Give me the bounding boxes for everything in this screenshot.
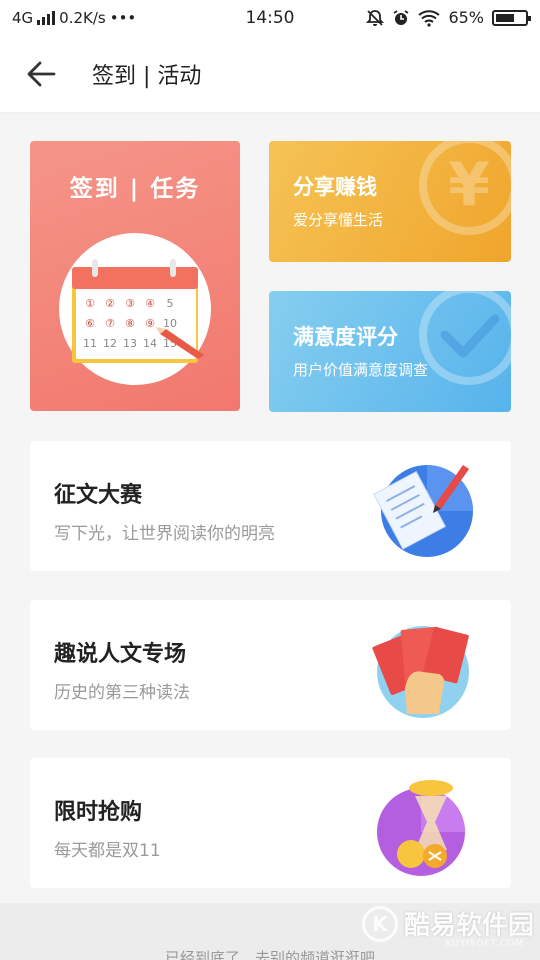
calendar-day: 14 (143, 337, 157, 350)
share-earn-card[interactable]: ¥ 分享赚钱 爱分享懂生活 (269, 141, 511, 262)
svg-text:¥: ¥ (448, 150, 490, 220)
title-bar: 签到 | 活动 (0, 36, 540, 112)
battery-icon (492, 9, 531, 26)
rate-card-title: 满意度评分 (293, 325, 398, 349)
calendar-day: ② (105, 297, 115, 310)
calendar-day: 12 (103, 337, 117, 350)
satisfaction-rating-card[interactable]: 满意度评分 用户价值满意度调查 (269, 291, 511, 412)
calendar-day: ⑥ (85, 317, 95, 330)
status-right: 65% (366, 8, 531, 27)
calendar-day: ⑨ (145, 317, 155, 330)
calendar-day: ⑧ (125, 317, 135, 330)
battery-percent: 65% (448, 8, 484, 27)
list-item-subtitle: 写下光，让世界阅读你的明亮 (54, 524, 275, 544)
calendar-day: 5 (167, 297, 174, 310)
checkin-task-card[interactable]: 签到 | 任务 ① ② ③ ④ 5 ⑥ ⑦ ⑧ ⑨ 10 11 12 13 14 15 (30, 141, 240, 411)
status-bar: 4G 0.2K/s ••• 14:50 65% (0, 0, 540, 36)
calendar-day: 10 (163, 317, 177, 330)
list-item-title: 趣说人文专场 (54, 642, 187, 667)
checkin-card-title: 签到 | 任务 (69, 176, 201, 202)
hourglass-coins-icon (377, 780, 465, 876)
list-item-subtitle: 历史的第三种读法 (54, 683, 190, 703)
calendar-icon: ① ② ③ ④ 5⑥ ⑦ ⑧ ⑨ 1011 12 13 14 15 (72, 259, 204, 363)
essay-contest-card[interactable]: 征文大赛 写下光，让世界阅读你的明亮 (30, 441, 511, 571)
list-item-subtitle: 每天都是双11 (54, 841, 161, 861)
calendar-day: 13 (123, 337, 137, 350)
hand-cards-icon (372, 626, 469, 718)
flash-sale-card[interactable]: 限时抢购 每天都是双11 (30, 758, 511, 888)
share-card-subtitle: 爱分享懂生活 (293, 211, 384, 229)
calendar-day: 11 (83, 337, 97, 350)
alarm-icon (393, 9, 409, 25)
battery-level (496, 13, 515, 22)
yuan-coin-icon: ¥ (419, 141, 511, 235)
calendar-day: ⑦ (105, 317, 115, 330)
calendar-day: ④ (145, 297, 155, 310)
page-title: 签到 | 活动 (92, 64, 202, 89)
watermark-subtext: KUYISOFT.COM (445, 939, 524, 949)
wifi-icon (418, 9, 441, 27)
watermark-text: 酷易软件园 (403, 911, 534, 941)
calendar-day: ① (85, 297, 95, 310)
humanities-special-card[interactable]: 趣说人文专场 历史的第三种读法 (30, 600, 511, 730)
list-item-title: 限时抢购 (54, 800, 143, 825)
writing-paper-icon (373, 465, 473, 557)
share-card-title: 分享赚钱 (293, 175, 377, 199)
rate-card-subtitle: 用户价值满意度调查 (293, 361, 429, 379)
watermark-logo: K (361, 905, 398, 942)
back-arrow-icon[interactable] (24, 58, 58, 90)
site-watermark: K 酷易软件园 KUYISOFT.COM (361, 905, 534, 949)
list-item-title: 征文大赛 (54, 483, 143, 508)
mute-bell-icon (366, 9, 385, 26)
calendar-day: ③ (125, 297, 135, 310)
